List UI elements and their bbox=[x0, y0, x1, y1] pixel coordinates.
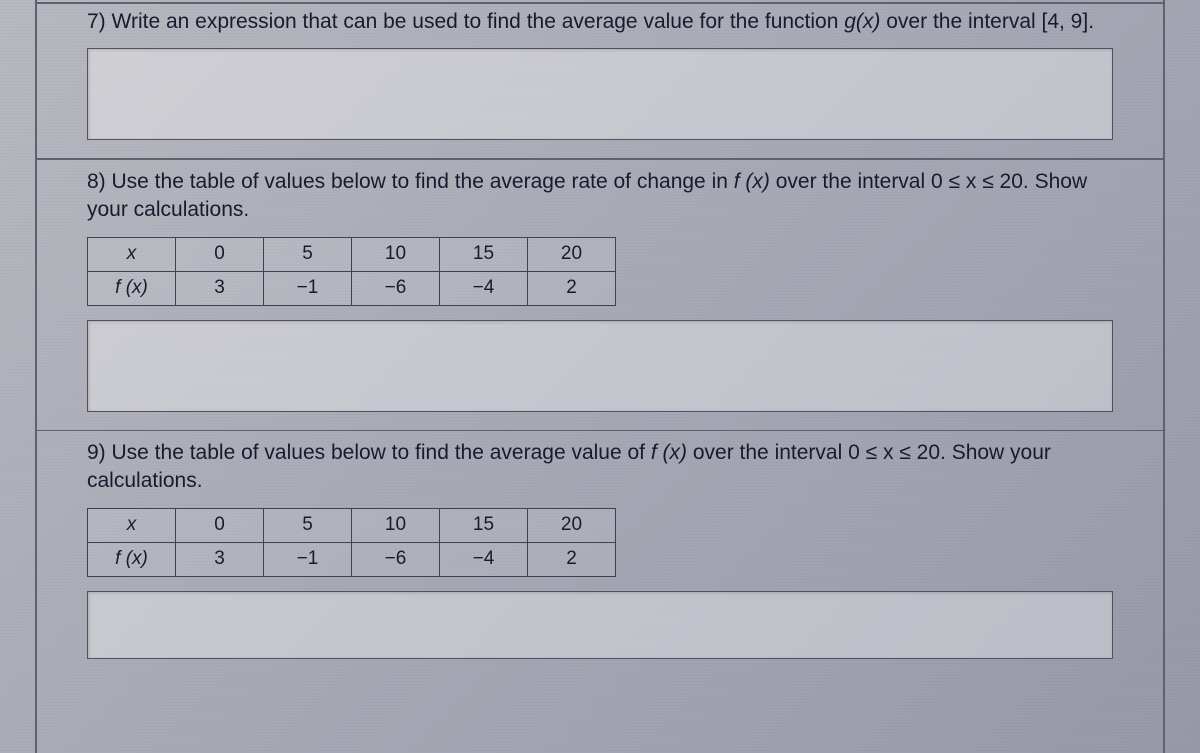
table-row: x 0 5 10 15 20 bbox=[88, 508, 616, 542]
table-row: f (x) 3 −1 −6 −4 2 bbox=[88, 542, 616, 576]
q9-cell: 2 bbox=[528, 542, 616, 576]
divider-8-9 bbox=[37, 430, 1163, 432]
q7-text-part2: over the interval [4, 9]. bbox=[880, 10, 1094, 33]
q8-row1-label: x bbox=[88, 237, 176, 271]
q8-cell: 5 bbox=[264, 237, 352, 271]
q9-cell: 3 bbox=[176, 542, 264, 576]
q9-cell: −4 bbox=[440, 542, 528, 576]
question-7-prompt: 7) Write an expression that can be used … bbox=[87, 8, 1113, 36]
q9-cell: 15 bbox=[440, 508, 528, 542]
question-8-answer-box[interactable] bbox=[87, 320, 1113, 412]
q9-cell: 0 bbox=[176, 508, 264, 542]
q8-text-part1: 8) Use the table of values below to find… bbox=[87, 170, 734, 193]
question-8-table: x 0 5 10 15 20 f (x) 3 −1 −6 −4 2 bbox=[87, 237, 616, 306]
q9-cell: 5 bbox=[264, 508, 352, 542]
worksheet-page: 7) Write an expression that can be used … bbox=[35, 0, 1165, 753]
q9-cell: 20 bbox=[528, 508, 616, 542]
q8-cell: −6 bbox=[352, 271, 440, 305]
question-9-answer-box[interactable] bbox=[87, 591, 1113, 659]
q8-row2-label: f (x) bbox=[88, 271, 176, 305]
q8-cell: 15 bbox=[440, 237, 528, 271]
question-8: 8) Use the table of values below to find… bbox=[87, 168, 1113, 412]
top-border bbox=[37, 2, 1163, 4]
q9-function: f (x) bbox=[651, 441, 687, 464]
q7-function: g(x) bbox=[844, 10, 880, 33]
q9-row2-label: f (x) bbox=[88, 542, 176, 576]
q8-cell: 0 bbox=[176, 237, 264, 271]
q8-cell: 10 bbox=[352, 237, 440, 271]
table-row: x 0 5 10 15 20 bbox=[88, 237, 616, 271]
q9-cell: 10 bbox=[352, 508, 440, 542]
q9-cell: −1 bbox=[264, 542, 352, 576]
table-row: f (x) 3 −1 −6 −4 2 bbox=[88, 271, 616, 305]
q9-cell: −6 bbox=[352, 542, 440, 576]
question-7-answer-box[interactable] bbox=[87, 48, 1113, 140]
question-9-prompt: 9) Use the table of values below to find… bbox=[87, 439, 1113, 496]
question-7: 7) Write an expression that can be used … bbox=[87, 8, 1113, 140]
q9-row1-label: x bbox=[88, 508, 176, 542]
q8-cell: −1 bbox=[264, 271, 352, 305]
q8-cell: 2 bbox=[528, 271, 616, 305]
question-9-table: x 0 5 10 15 20 f (x) 3 −1 −6 −4 2 bbox=[87, 508, 616, 577]
q9-text-part1: 9) Use the table of values below to find… bbox=[87, 441, 651, 464]
q8-cell: 3 bbox=[176, 271, 264, 305]
q8-cell: 20 bbox=[528, 237, 616, 271]
q8-function: f (x) bbox=[734, 170, 770, 193]
question-9: 9) Use the table of values below to find… bbox=[87, 439, 1113, 659]
divider-7-8 bbox=[37, 158, 1163, 160]
question-8-prompt: 8) Use the table of values below to find… bbox=[87, 168, 1113, 225]
q8-cell: −4 bbox=[440, 271, 528, 305]
q7-text-part1: 7) Write an expression that can be used … bbox=[87, 10, 844, 33]
